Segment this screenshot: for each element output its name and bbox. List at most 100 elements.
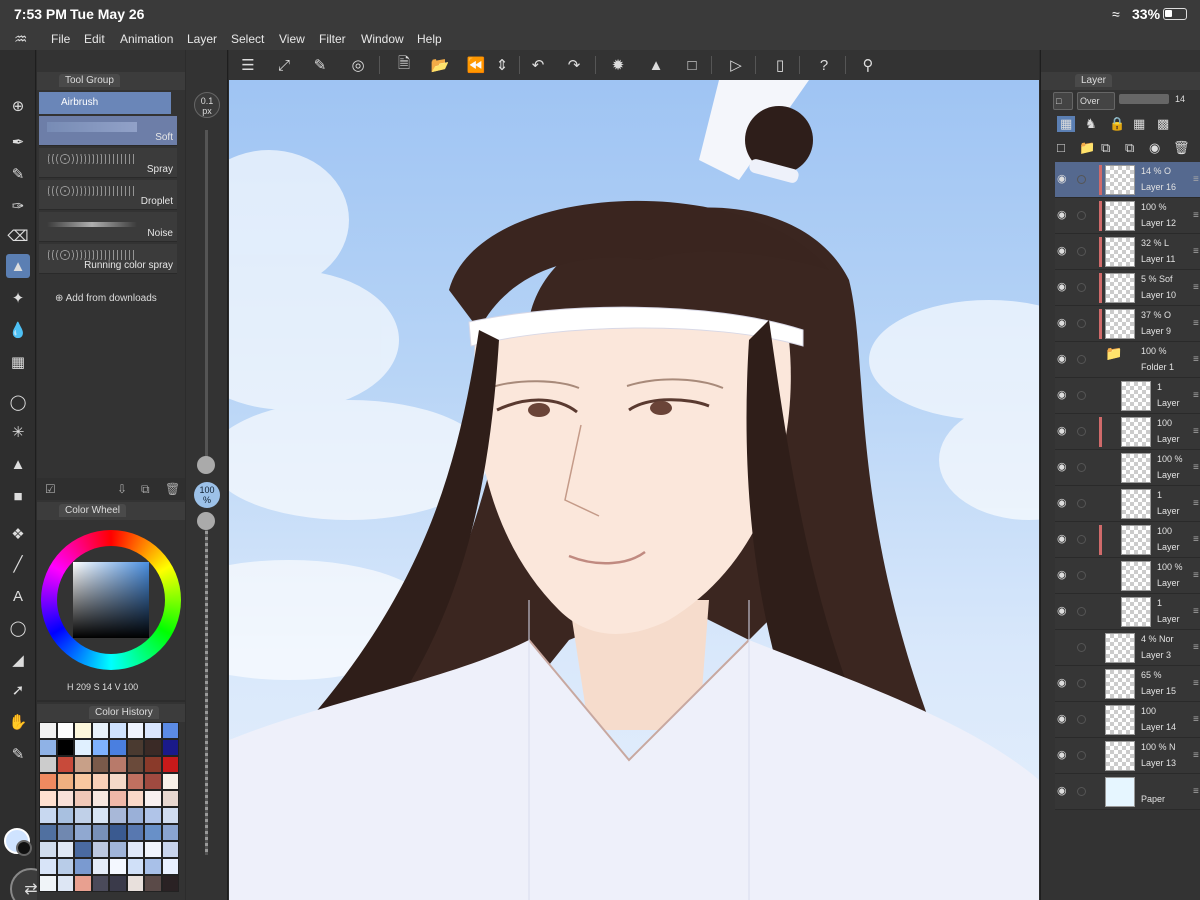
- color-swatch[interactable]: [161, 790, 179, 807]
- layer-menu-icon[interactable]: ≡: [1193, 174, 1199, 185]
- color-swatch[interactable]: [161, 858, 179, 875]
- color-swatch[interactable]: [144, 722, 162, 739]
- visibility-eye-icon[interactable]: ◉: [1057, 280, 1067, 293]
- layer-select-toggle[interactable]: [1077, 643, 1086, 652]
- layer-color-icon[interactable]: □: [1053, 92, 1073, 110]
- color-swatch[interactable]: [126, 739, 144, 756]
- layer-menu-icon[interactable]: ≡: [1193, 282, 1199, 293]
- visibility-eye-icon[interactable]: ◉: [1057, 568, 1067, 581]
- color-swatch[interactable]: [56, 858, 74, 875]
- color-swatch[interactable]: [109, 824, 127, 841]
- magic-wand-icon[interactable]: ✳: [6, 420, 30, 444]
- ruler-icon[interactable]: ➚: [6, 678, 30, 702]
- lock-icon[interactable]: 🔒: [1109, 116, 1125, 132]
- decoration-icon[interactable]: ✦: [6, 286, 30, 310]
- color-swatch[interactable]: [126, 790, 144, 807]
- layer-row[interactable]: ◉ 37 % O Layer 9 ≡: [1055, 306, 1200, 342]
- color-swatch[interactable]: [109, 756, 127, 773]
- layer-select-toggle[interactable]: [1077, 355, 1086, 364]
- color-swatch[interactable]: [91, 722, 109, 739]
- color-swatch[interactable]: [39, 790, 57, 807]
- layer-row[interactable]: ◉ 100 Layer 14 ≡: [1055, 702, 1200, 738]
- fill-icon[interactable]: ▲: [6, 452, 30, 476]
- layer-menu-icon[interactable]: ≡: [1193, 462, 1199, 473]
- mesh-icon[interactable]: ▦: [6, 350, 30, 374]
- balloon-icon[interactable]: ◯: [6, 616, 30, 640]
- color-swatch[interactable]: [56, 841, 74, 858]
- color-swatch[interactable]: [144, 858, 162, 875]
- color-swatch[interactable]: [91, 773, 109, 790]
- visibility-eye-icon[interactable]: ◉: [1057, 424, 1067, 437]
- trash-icon[interactable]: 🗑: [165, 482, 180, 496]
- color-swatch[interactable]: [39, 858, 57, 875]
- color-swatch[interactable]: [91, 858, 109, 875]
- add-mask-icon[interactable]: ◉: [1149, 140, 1160, 156]
- visibility-eye-icon[interactable]: ◉: [1057, 388, 1067, 401]
- operation-icon[interactable]: ❖: [6, 522, 30, 546]
- brush-running-color-spray[interactable]: Running color spray: [39, 244, 177, 274]
- layer-row[interactable]: ◉ 1 Layer ≡: [1055, 594, 1200, 630]
- brush-soft[interactable]: Soft: [39, 116, 177, 146]
- menu-filter[interactable]: Filter: [319, 32, 346, 46]
- text-icon[interactable]: A: [6, 584, 30, 608]
- visibility-eye-icon[interactable]: ◉: [1057, 676, 1067, 689]
- brush-size-slider[interactable]: [205, 130, 208, 460]
- color-swatch[interactable]: [56, 875, 74, 892]
- layer-row[interactable]: ◉ 100 % Layer ≡: [1055, 558, 1200, 594]
- tab-color-history[interactable]: Color History: [89, 706, 159, 719]
- tab-color-wheel[interactable]: Color Wheel: [59, 504, 127, 517]
- visibility-eye-icon[interactable]: ◉: [1057, 208, 1067, 221]
- color-swatch[interactable]: [74, 722, 92, 739]
- mask-icon[interactable]: ▩: [1157, 116, 1169, 132]
- gradient-icon[interactable]: ■: [6, 484, 30, 508]
- layer-select-toggle[interactable]: [1077, 607, 1086, 616]
- brush-opacity-knob[interactable]: [197, 512, 215, 530]
- color-swatch[interactable]: [74, 773, 92, 790]
- visibility-eye-icon[interactable]: ◉: [1057, 316, 1067, 329]
- hamburger-icon[interactable]: ☰: [237, 54, 259, 76]
- layer-menu-icon[interactable]: ≡: [1193, 714, 1199, 725]
- layer-select-toggle[interactable]: [1077, 679, 1086, 688]
- drawing-canvas[interactable]: [229, 80, 1039, 900]
- smartphone-icon[interactable]: ▯: [769, 54, 791, 76]
- reference-icon[interactable]: ♞: [1085, 116, 1097, 132]
- color-swatch[interactable]: [56, 773, 74, 790]
- color-swatch[interactable]: [74, 858, 92, 875]
- color-swatch[interactable]: [74, 824, 92, 841]
- color-swatch[interactable]: [144, 773, 162, 790]
- layer-folder-row[interactable]: ◉ 📁 100 % Folder 1 ≡: [1055, 342, 1200, 378]
- layer-row[interactable]: ◉ 65 % Layer 15 ≡: [1055, 666, 1200, 702]
- color-swatch[interactable]: [126, 756, 144, 773]
- visibility-eye-icon[interactable]: ◉: [1057, 496, 1067, 509]
- layer-menu-icon[interactable]: ≡: [1193, 750, 1199, 761]
- visibility-eye-icon[interactable]: ◉: [1057, 244, 1067, 257]
- layer-select-toggle[interactable]: [1077, 391, 1086, 400]
- help-icon[interactable]: ?: [813, 54, 835, 76]
- pen-icon[interactable]: ✒: [6, 130, 30, 154]
- eyedropper-icon[interactable]: ✎: [6, 742, 30, 766]
- brush-droplet[interactable]: Droplet: [39, 180, 177, 210]
- color-swatch[interactable]: [91, 739, 109, 756]
- layer-row[interactable]: ◉ 100 Layer ≡: [1055, 414, 1200, 450]
- layer-menu-icon[interactable]: ≡: [1193, 498, 1199, 509]
- layer-select-toggle[interactable]: [1077, 751, 1086, 760]
- layer-select-toggle[interactable]: [1077, 283, 1086, 292]
- layer-row[interactable]: ◉ 1 Layer ≡: [1055, 486, 1200, 522]
- pencil-icon[interactable]: ✎: [6, 162, 30, 186]
- color-swatch[interactable]: [144, 790, 162, 807]
- brush-noise[interactable]: Noise: [39, 212, 177, 242]
- color-swatch[interactable]: [126, 722, 144, 739]
- search-icon[interactable]: ⚲: [857, 54, 879, 76]
- brush-spray[interactable]: Spray: [39, 148, 177, 178]
- color-swatch[interactable]: [109, 807, 127, 824]
- layer-menu-icon[interactable]: ≡: [1193, 786, 1199, 797]
- menu-view[interactable]: View: [279, 32, 305, 46]
- visibility-eye-icon[interactable]: ◉: [1057, 172, 1067, 185]
- merge-layer-icon[interactable]: ⧉: [1125, 140, 1134, 156]
- color-swatch[interactable]: [161, 875, 179, 892]
- open-folder-icon[interactable]: 📂: [429, 54, 451, 76]
- menu-select[interactable]: Select: [231, 32, 264, 46]
- layer-row[interactable]: 4 % Nor Layer 3 ≡: [1055, 630, 1200, 666]
- flip-icon[interactable]: ▷: [725, 54, 747, 76]
- fill-bucket-icon[interactable]: ▲: [645, 54, 667, 76]
